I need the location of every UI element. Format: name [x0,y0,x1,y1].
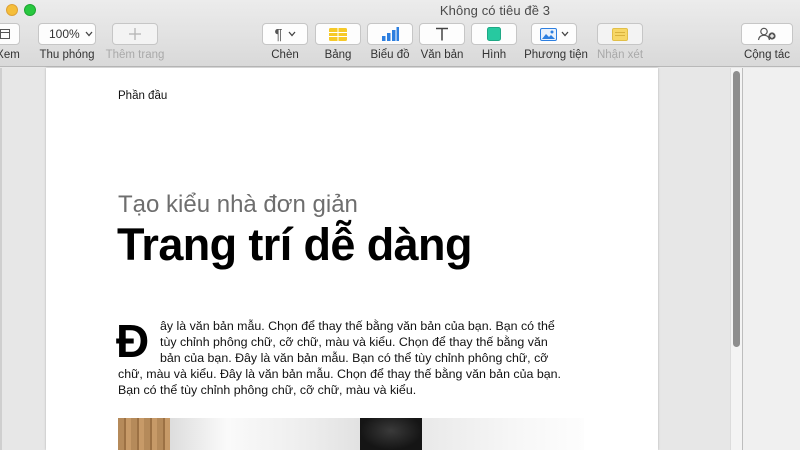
collaborate-label: Cộng tác [743,49,791,61]
shape-button[interactable] [471,23,517,45]
square-shape-icon [487,27,501,41]
body-text-line[interactable]: bản của bạn. Đây là văn bản mẫu. Bạn có … [160,350,548,366]
document-subtitle[interactable]: Tạo kiểu nhà đơn giản [118,191,358,219]
drop-cap[interactable]: Đ [116,318,149,364]
body-text-line[interactable]: tùy chỉnh phông chữ, cỡ chữ, màu và kiểu… [160,334,548,350]
pages-window: Không có tiêu đề 3 Xem 100% Thu phóng Th… [0,0,800,450]
body-text-line[interactable]: ây là văn bản mẫu. Chọn để thay thế bằng… [160,318,555,334]
photo-window-region [422,418,584,450]
note-icon [612,27,628,41]
collaborate-button[interactable] [741,23,793,45]
page-header[interactable]: Phần đầu [118,90,167,102]
zoom-select[interactable]: 100% [38,23,96,45]
photo-wood-region [118,418,170,450]
table-button[interactable] [315,23,361,45]
comment-button[interactable] [597,23,643,45]
add-person-icon [757,27,777,41]
chevron-down-icon [561,31,569,37]
comment-label: Nhận xét [596,49,644,61]
placeholder-photo[interactable] [118,418,584,450]
vertical-scrollbar-thumb[interactable] [733,71,740,347]
table-icon [329,27,347,41]
sidebar-view-icon [0,29,10,39]
plus-icon [128,27,142,41]
paragraph-icon: ¶ [274,25,283,43]
add-page-label: Thêm trang [105,49,165,61]
document-page[interactable]: Phần đầu Tạo kiểu nhà đơn giản Trang trí… [46,68,658,450]
toolbar: Không có tiêu đề 3 Xem 100% Thu phóng Th… [0,0,800,67]
zoom-value: 100% [49,27,80,41]
photo-icon [539,27,557,41]
canvas-left-edge [0,68,2,450]
photo-dark-region [360,418,422,450]
bar-chart-icon [381,27,399,41]
photo-light-region [170,418,360,450]
add-page-button[interactable] [112,23,158,45]
inspector-pane [743,68,800,450]
text-t-icon [435,27,449,41]
chevron-down-icon [288,31,296,37]
window-title: Không có tiêu đề 3 [0,3,800,18]
document-title[interactable]: Trang trí dễ dàng [117,219,472,271]
body-text-line[interactable]: chữ, màu và kiểu. Đây là văn bản mẫu. Ch… [118,366,561,382]
insert-button[interactable]: ¶ [262,23,308,45]
chart-button[interactable] [367,23,413,45]
media-button[interactable] [531,23,577,45]
text-button[interactable] [419,23,465,45]
window-title-text: Không có tiêu đề 3 [439,3,551,18]
view-button[interactable] [0,23,20,45]
body-text-line[interactable]: Bạn có thể tùy chỉnh phông chữ, cỡ chữ, … [118,382,416,398]
chevron-down-icon [85,31,93,37]
